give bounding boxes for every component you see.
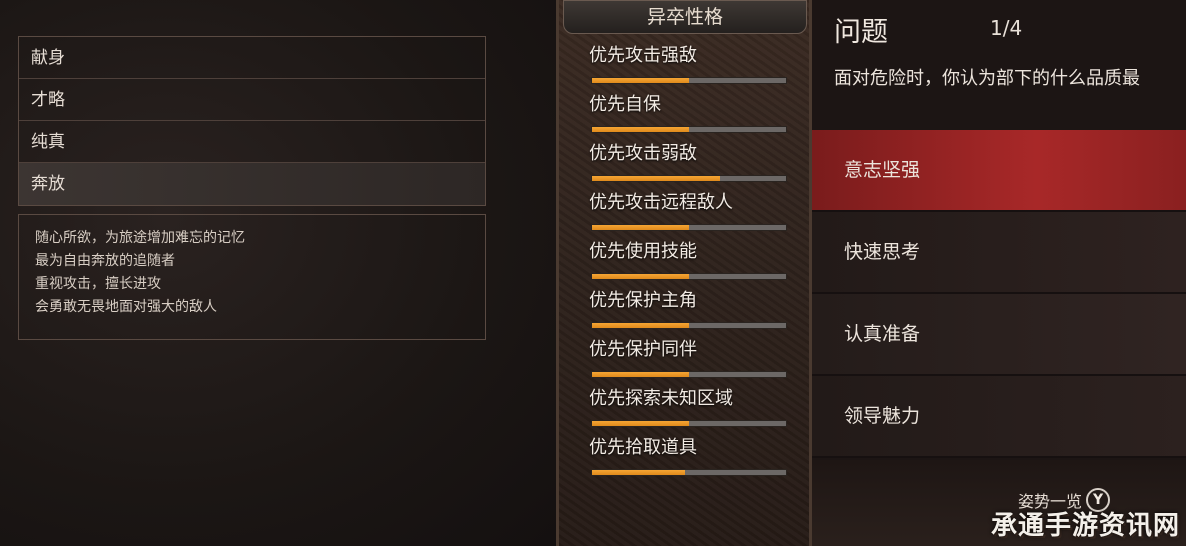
personality-stat-row: 优先使用技能 bbox=[589, 236, 789, 285]
personality-stat-label: 优先攻击弱敌 bbox=[589, 143, 697, 164]
personality-stat-label: 优先攻击远程敌人 bbox=[589, 192, 733, 213]
personality-stat-row: 优先攻击强敌 bbox=[589, 40, 789, 89]
personality-stat-fill bbox=[592, 372, 689, 377]
personality-title: 异卒性格 bbox=[563, 0, 807, 34]
personality-stat-fill bbox=[592, 421, 689, 426]
personality-stat-bar bbox=[591, 175, 787, 182]
personality-stat-label: 优先攻击强敌 bbox=[589, 45, 697, 66]
personality-stat-bar bbox=[591, 224, 787, 231]
question-index: 1/4 bbox=[990, 16, 1023, 40]
personality-stat-label: 优先自保 bbox=[589, 94, 661, 115]
personality-stat-bar bbox=[591, 469, 787, 476]
personality-stat-row: 优先保护主角 bbox=[589, 285, 789, 334]
trait-item-devotion[interactable]: 献身 bbox=[19, 37, 485, 79]
personality-stat-fill bbox=[592, 225, 689, 230]
personality-stat-bar bbox=[591, 420, 787, 427]
trait-description-line: 最为自由奔放的追随者 bbox=[35, 253, 175, 269]
personality-stat-label: 优先保护主角 bbox=[589, 290, 697, 311]
personality-stat-fill bbox=[592, 470, 686, 475]
personality-stat-row: 优先拾取道具 bbox=[589, 432, 789, 481]
answer-option-quick-thinking[interactable]: 快速思考 bbox=[812, 212, 1186, 294]
personality-stat-fill bbox=[592, 176, 721, 181]
personality-stat-bar bbox=[591, 77, 787, 84]
personality-stat-bar bbox=[591, 371, 787, 378]
personality-stat-fill bbox=[592, 274, 689, 279]
question-title: 问题 bbox=[834, 17, 888, 48]
trait-description-line: 重视攻击，擅长进攻 bbox=[35, 276, 161, 292]
question-header: 问题 1/4 bbox=[834, 8, 1186, 48]
personality-stat-label: 优先使用技能 bbox=[589, 241, 697, 262]
personality-stat-bar bbox=[591, 322, 787, 329]
trait-description-line: 会勇敢无畏地面对强大的敌人 bbox=[35, 299, 217, 315]
personality-stat-bar bbox=[591, 126, 787, 133]
personality-stat-bar bbox=[591, 273, 787, 280]
personality-stat-fill bbox=[592, 78, 689, 83]
personality-stat-row: 优先攻击弱敌 bbox=[589, 138, 789, 187]
answer-option-strong-will[interactable]: 意志坚强 bbox=[812, 130, 1186, 212]
personality-stat-row: 优先保护同伴 bbox=[589, 334, 789, 383]
personality-stat-fill bbox=[592, 323, 689, 328]
personality-stat-label: 优先拾取道具 bbox=[589, 437, 697, 458]
personality-stat-fill bbox=[592, 127, 689, 132]
trait-list: 献身 才略 纯真 奔放 bbox=[18, 36, 486, 206]
personality-stat-row: 优先攻击远程敌人 bbox=[589, 187, 789, 236]
personality-stat-row: 优先自保 bbox=[589, 89, 789, 138]
trait-item-talent[interactable]: 才略 bbox=[19, 79, 485, 121]
question-panel: 问题 1/4 面对危险时，你认为部下的什么品质最 意志坚强 快速思考 认真准备 … bbox=[812, 0, 1186, 546]
trait-item-unrestrained[interactable]: 奔放 bbox=[19, 163, 485, 205]
answer-list: 意志坚强 快速思考 认真准备 领导魅力 bbox=[812, 130, 1186, 458]
answer-option-leadership[interactable]: 领导魅力 bbox=[812, 376, 1186, 458]
personality-stat-label: 优先保护同伴 bbox=[589, 339, 697, 360]
trait-panel: 献身 才略 纯真 奔放 随心所欲，为旅途增加难忘的记忆 最为自由奔放的追随者 重… bbox=[0, 0, 556, 546]
trait-item-innocence[interactable]: 纯真 bbox=[19, 121, 485, 163]
personality-stat-list: 优先攻击强敌 优先自保优先攻击弱敌优先攻击远程敌人 优先使用技能 优先保护主角 优先保护… bbox=[589, 40, 789, 481]
trait-description-line: 随心所欲，为旅途增加难忘的记忆 bbox=[35, 230, 245, 246]
personality-panel: 异卒性格 优先攻击强敌 优先自保优先攻击弱敌优先攻击远程敌人 优先使用技能 优先保护主… bbox=[556, 0, 812, 546]
personality-stat-row: 优先探索未知区域 bbox=[589, 383, 789, 432]
personality-stat-label: 优先探索未知区域 bbox=[589, 388, 733, 409]
watermark: 承通手游资讯网 bbox=[990, 511, 1180, 541]
question-text: 面对危险时，你认为部下的什么品质最 bbox=[834, 68, 1140, 89]
trait-description: 随心所欲，为旅途增加难忘的记忆 最为自由奔放的追随者 重视攻击，擅长进攻 会勇敢… bbox=[18, 214, 486, 340]
answer-option-careful-prep[interactable]: 认真准备 bbox=[812, 294, 1186, 376]
